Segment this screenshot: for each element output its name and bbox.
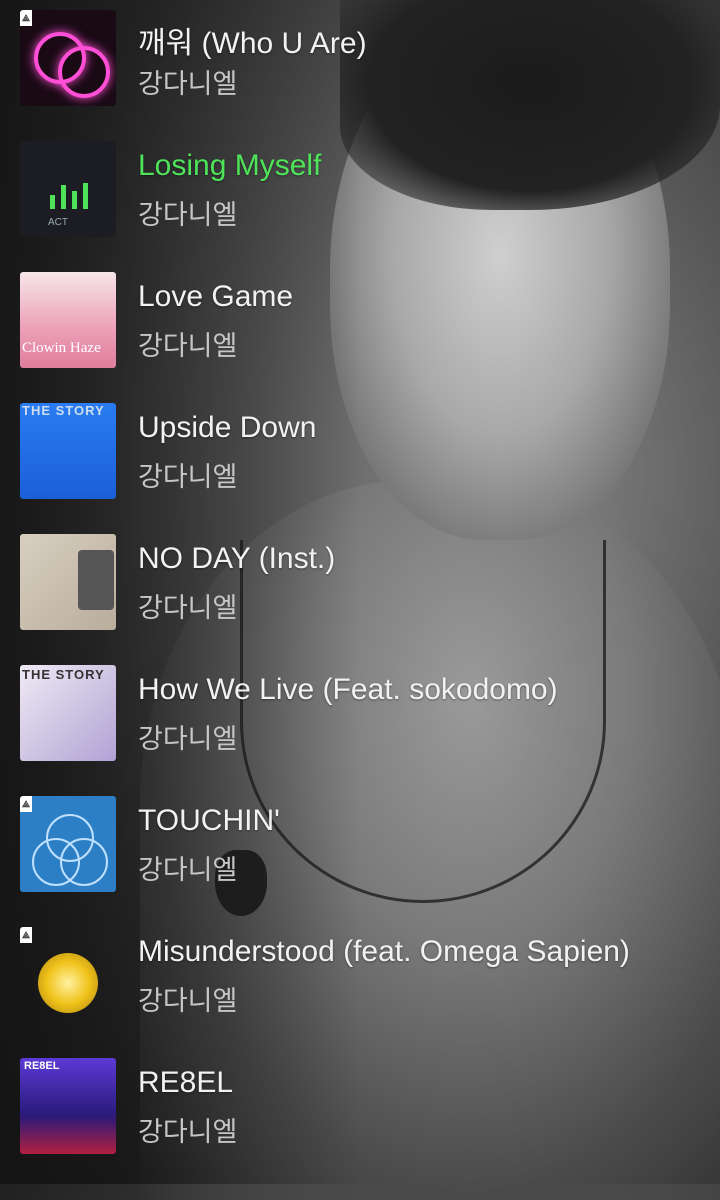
cover-text: ACT — [48, 217, 68, 228]
list-item-track-2[interactable]: Clowin Haze Love Game 강다니엘 — [0, 262, 720, 393]
album-cover-blue-circles: ⟁ — [20, 796, 116, 892]
ring-shape — [58, 46, 110, 98]
album-cover-rebel: RE8EL — [20, 1058, 116, 1154]
album-cover-pink-gradient: Clowin Haze — [20, 272, 116, 368]
cover-text: THE STORY — [22, 403, 105, 418]
list-item-track-8[interactable]: RE8EL RE8EL 강다니엘 — [0, 1048, 720, 1179]
device-shape — [78, 550, 114, 610]
track-title: TOUCHIN' — [138, 804, 280, 837]
cover-text: THE STORY — [22, 667, 105, 682]
album-cover-now-playing: ACT — [20, 141, 116, 237]
list-item-track-7[interactable]: ⟁ Misunderstood (feat. Omega Sapien) 강다니… — [0, 917, 720, 1048]
track-title-active: Losing Myself — [138, 149, 322, 182]
track-artist: 강다니엘 — [138, 462, 238, 492]
list-item-track-1[interactable]: ACT Losing Myself 강다니엘 — [0, 131, 720, 262]
label-logo-icon: ⟁ — [20, 10, 32, 26]
track-artist: 강다니엘 — [138, 200, 238, 230]
cover-text: RE8EL — [24, 1060, 60, 1072]
label-logo-icon: ⟁ — [20, 927, 32, 943]
equalizer-icon — [50, 181, 90, 209]
track-artist: 강다니엘 — [138, 1117, 238, 1147]
track-artist: 강다니엘 — [138, 331, 238, 361]
circle-shape — [60, 838, 108, 886]
list-item-track-4[interactable]: NO DAY (Inst.) 강다니엘 — [0, 524, 720, 655]
album-cover-purple-story: THE STORY — [20, 665, 116, 761]
label-logo-icon: ⟁ — [20, 796, 32, 812]
track-artist: 강다니엘 — [138, 593, 238, 623]
track-artist: 강다니엘 — [138, 69, 238, 99]
album-cover-gold-disc: ⟁ — [20, 927, 116, 1023]
disc-shape — [38, 953, 98, 1013]
list-item-track-3[interactable]: THE STORY Upside Down 강다니엘 — [0, 393, 720, 524]
track-artist: 강다니엘 — [138, 724, 238, 754]
list-item-track-5[interactable]: THE STORY How We Live (Feat. sokodomo) 강… — [0, 655, 720, 786]
track-title: RE8EL — [138, 1066, 234, 1099]
list-item-track-0[interactable]: ⟁ 깨워 (Who U Are) 강다니엘 — [0, 0, 720, 131]
track-title: NO DAY (Inst.) — [138, 542, 336, 575]
track-title: Misunderstood (feat. Omega Sapien) — [138, 935, 630, 968]
track-title: 깨워 (Who U Are) — [138, 27, 367, 60]
cover-text: Clowin Haze — [22, 340, 101, 356]
album-cover-blue-story: THE STORY — [20, 403, 116, 499]
track-artist: 강다니엘 — [138, 986, 238, 1016]
album-cover-pink-rings: ⟁ — [20, 10, 116, 106]
track-title: Upside Down — [138, 411, 317, 444]
track-title: Love Game — [138, 280, 294, 313]
list-item-track-6[interactable]: ⟁ TOUCHIN' 강다니엘 — [0, 786, 720, 917]
track-artist: 강다니엘 — [138, 855, 238, 885]
album-cover-desk-photo — [20, 534, 116, 630]
track-title: How We Live (Feat. sokodomo) — [138, 673, 558, 706]
